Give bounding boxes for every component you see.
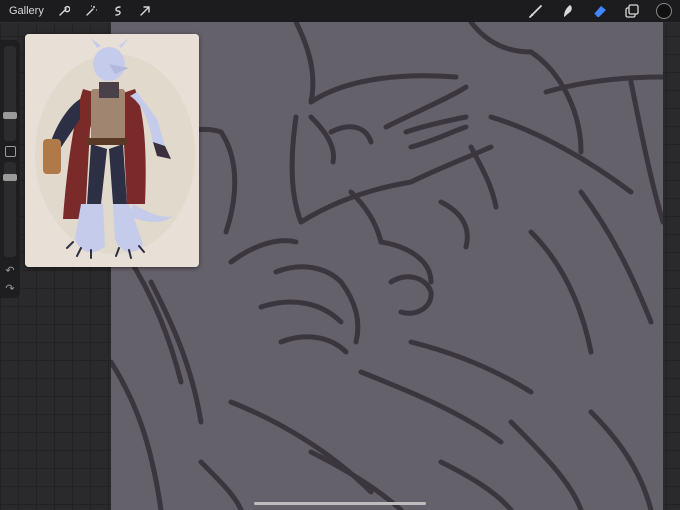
magic-wand-icon[interactable] [83,3,99,19]
undo-button[interactable]: ↶ [4,264,16,277]
left-sidebar: ↶ ↷ [0,40,20,298]
opacity-thumb[interactable] [3,174,17,181]
home-indicator [254,502,426,505]
top-toolbar: Gallery [0,0,680,23]
modify-button[interactable] [5,146,16,157]
layers-icon[interactable] [624,3,640,19]
redo-button[interactable]: ↷ [4,282,16,295]
brush-icon[interactable] [528,3,544,19]
eraser-icon[interactable] [592,3,608,19]
color-picker-button[interactable] [656,3,672,19]
brush-size-slider[interactable] [3,46,17,141]
wrench-icon[interactable] [56,3,72,19]
brush-size-thumb[interactable] [3,112,17,119]
gallery-button[interactable]: Gallery [9,5,44,17]
smudge-icon[interactable] [560,3,576,19]
reference-image[interactable] [25,34,199,267]
reference-character-illustration [25,34,199,267]
paint-tools [528,3,672,19]
selection-icon[interactable] [110,3,126,19]
actions-toolbar [56,3,153,19]
transform-arrow-icon[interactable] [137,3,153,19]
opacity-slider[interactable] [3,162,17,257]
